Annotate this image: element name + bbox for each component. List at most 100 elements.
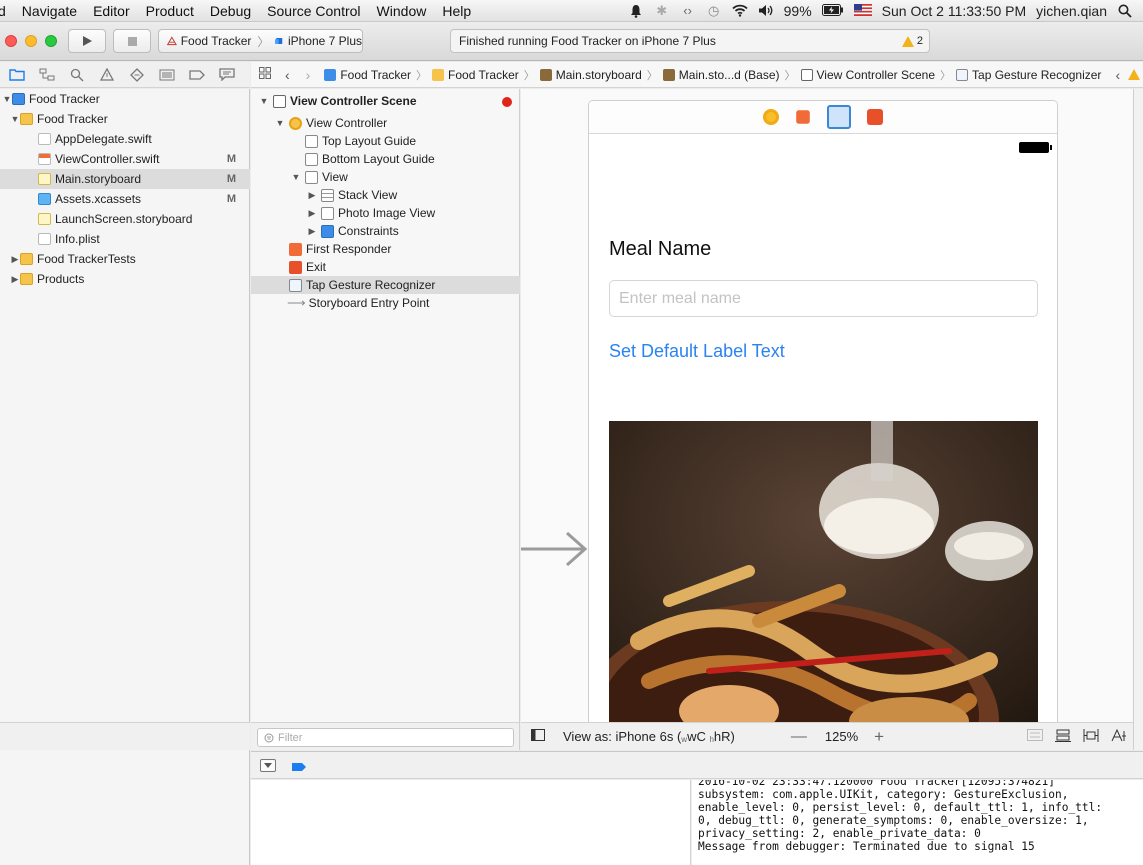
outline-item-view[interactable]: ▼ View — [291, 168, 348, 186]
code-brackets-icon[interactable]: ‹› — [680, 3, 696, 18]
disclosure-open-icon[interactable]: ▼ — [259, 96, 269, 106]
outline-item-exit[interactable]: Exit — [289, 258, 326, 276]
stop-button[interactable] — [113, 29, 151, 53]
breakpoint-navigator-icon[interactable] — [186, 67, 208, 83]
outline-item-top-layout-guide[interactable]: Top Layout Guide — [305, 132, 416, 150]
disclosure-open-icon[interactable]: ▼ — [291, 172, 301, 182]
variables-view[interactable] — [251, 780, 691, 865]
disclosure-open-icon[interactable]: ▼ — [2, 94, 12, 104]
breakpoints-toggle-icon[interactable] — [291, 761, 307, 775]
outline-item-stack-view[interactable]: ▶ Stack View — [307, 186, 398, 204]
related-items-grid-icon[interactable] — [259, 67, 271, 82]
spotlight-search-icon[interactable] — [1117, 4, 1133, 18]
menu-clock[interactable]: Sun Oct 2 11:33:50 PM — [882, 3, 1027, 19]
error-indicator-icon[interactable] — [502, 97, 512, 107]
run-button[interactable] — [68, 29, 106, 53]
nav-item-launchscreen[interactable]: LaunchScreen.storyboard — [0, 209, 250, 229]
menu-item-window[interactable]: Window — [369, 3, 435, 19]
test-navigator-icon[interactable] — [126, 67, 148, 83]
exit-dock-icon[interactable] — [867, 109, 883, 125]
meal-name-label[interactable]: Meal Name — [609, 238, 711, 261]
gesture-recognizer-dock-icon[interactable] — [827, 105, 851, 129]
menu-item-source-control[interactable]: Source Control — [259, 3, 368, 19]
issue-navigator-icon[interactable] — [96, 67, 118, 83]
menu-item-product[interactable]: Product — [138, 3, 202, 19]
crumb-gesture[interactable]: Tap Gesture Recognizer — [956, 68, 1101, 82]
outline-item-bottom-layout-guide[interactable]: Bottom Layout Guide — [305, 150, 435, 168]
window-minimize-button[interactable] — [25, 35, 37, 47]
volume-icon[interactable] — [758, 4, 774, 18]
scheme-selector[interactable]: Food Tracker 〉 iPhone 7 Plus — [158, 29, 363, 53]
nav-item-group-food-tracker[interactable]: ▼ Food Tracker — [0, 109, 250, 129]
outline-item-constraints[interactable]: ▶ Constraints — [307, 222, 399, 240]
zoom-out-button[interactable]: — — [791, 728, 807, 746]
storyboard-entry-arrow[interactable] — [521, 529, 591, 569]
report-navigator-icon[interactable] — [216, 67, 238, 83]
battery-charging-icon[interactable] — [821, 3, 844, 18]
view-as-device-selector[interactable]: View as: iPhone 6s (wwC hhR) — [563, 729, 735, 744]
wifi-icon[interactable] — [732, 4, 748, 18]
outline-scene-header[interactable]: ▼ View Controller Scene — [259, 92, 417, 110]
disclosure-closed-icon[interactable]: ▶ — [307, 208, 317, 219]
nav-item-group-products[interactable]: ▶ Products — [0, 269, 250, 289]
stack-icon[interactable] — [1055, 729, 1071, 745]
outline-item-tap-gesture-recognizer[interactable]: Tap Gesture Recognizer — [251, 276, 520, 294]
crumb-project[interactable]: Food Tracker — [324, 68, 411, 82]
notification-bell-icon[interactable] — [628, 4, 644, 18]
outline-item-view-controller[interactable]: ▼ View Controller — [275, 114, 388, 132]
crumb-group[interactable]: Food Tracker — [432, 68, 519, 82]
menu-item-cutoff[interactable]: d — [0, 3, 14, 19]
menu-item-editor[interactable]: Editor — [85, 3, 138, 19]
utility-area-edge[interactable] — [1133, 89, 1143, 750]
disclosure-closed-icon[interactable]: ▶ — [307, 190, 317, 201]
symbol-navigator-icon[interactable] — [36, 67, 58, 83]
outline-item-first-responder[interactable]: First Responder — [289, 240, 391, 258]
set-default-label-button[interactable]: Set Default Label Text — [609, 341, 785, 362]
window-close-button[interactable] — [5, 35, 17, 47]
nav-item-viewcontroller[interactable]: ViewController.swift M — [0, 149, 250, 169]
storyboard-canvas[interactable]: Meal Name Enter meal name Set Default La… — [521, 89, 1133, 722]
embed-in-stack-icon[interactable] — [1027, 728, 1043, 745]
zoom-in-button[interactable]: + — [874, 727, 884, 747]
first-responder-dock-icon[interactable] — [796, 110, 810, 124]
menu-item-help[interactable]: Help — [434, 3, 479, 19]
crumb-storyboard[interactable]: Main.storyboard — [539, 68, 642, 82]
crumb-scene[interactable]: View Controller Scene — [800, 68, 935, 82]
outline-filter-input[interactable]: Filter — [257, 728, 514, 747]
nav-item-info-plist[interactable]: Info.plist — [0, 229, 250, 249]
previous-issue-icon[interactable]: ‹ — [1115, 67, 1120, 83]
outline-item-photo-image-view[interactable]: ▶ Photo Image View — [307, 204, 436, 222]
toggle-outline-icon[interactable] — [531, 729, 545, 744]
hide-debug-area-icon[interactable] — [260, 759, 276, 772]
time-machine-icon[interactable]: ◷ — [706, 3, 722, 18]
menu-user-name[interactable]: yichen.qian — [1036, 3, 1107, 19]
disclosure-closed-icon[interactable]: ▶ — [307, 226, 317, 237]
crumb-storyboard-base[interactable]: Main.sto...d (Base) — [662, 68, 780, 82]
find-navigator-icon[interactable] — [66, 67, 88, 83]
disclosure-open-icon[interactable]: ▼ — [275, 118, 285, 128]
nav-item-project[interactable]: ▼ Food Tracker — [0, 89, 250, 109]
nav-item-group-tests[interactable]: ▶ Food TrackerTests — [0, 249, 250, 269]
warning-count-badge[interactable]: 2 — [901, 35, 923, 47]
bluetooth-icon[interactable]: ✱ — [654, 3, 670, 18]
disclosure-open-icon[interactable]: ▼ — [10, 114, 20, 124]
warning-icon[interactable] — [1128, 69, 1141, 80]
back-arrow-icon[interactable]: ‹ — [285, 67, 290, 83]
nav-item-assets[interactable]: Assets.xcassets M — [0, 189, 250, 209]
menu-item-debug[interactable]: Debug — [202, 3, 259, 19]
photo-image-view[interactable] — [609, 421, 1038, 722]
debug-console[interactable]: 2016-10-02 23:33:47.120000 Food Tracker[… — [692, 780, 1143, 865]
nav-item-appdelegate[interactable]: AppDelegate.swift — [0, 129, 250, 149]
menu-item-navigate[interactable]: Navigate — [14, 3, 85, 19]
forward-arrow-icon[interactable]: › — [306, 67, 311, 83]
window-zoom-button[interactable] — [45, 35, 57, 47]
view-controller-dock-icon[interactable] — [763, 109, 779, 125]
project-navigator-icon[interactable] — [6, 67, 28, 83]
zoom-level[interactable]: 125% — [825, 729, 858, 744]
activity-viewer[interactable]: Finished running Food Tracker on iPhone … — [450, 29, 930, 53]
view-controller-scene[interactable]: Meal Name Enter meal name Set Default La… — [588, 100, 1058, 722]
meal-name-text-field[interactable]: Enter meal name — [609, 280, 1038, 317]
debug-navigator-icon[interactable] — [156, 67, 178, 83]
align-constraints-icon[interactable] — [1083, 728, 1099, 745]
outline-item-storyboard-entry-point[interactable]: ⟶ Storyboard Entry Point — [287, 294, 429, 312]
